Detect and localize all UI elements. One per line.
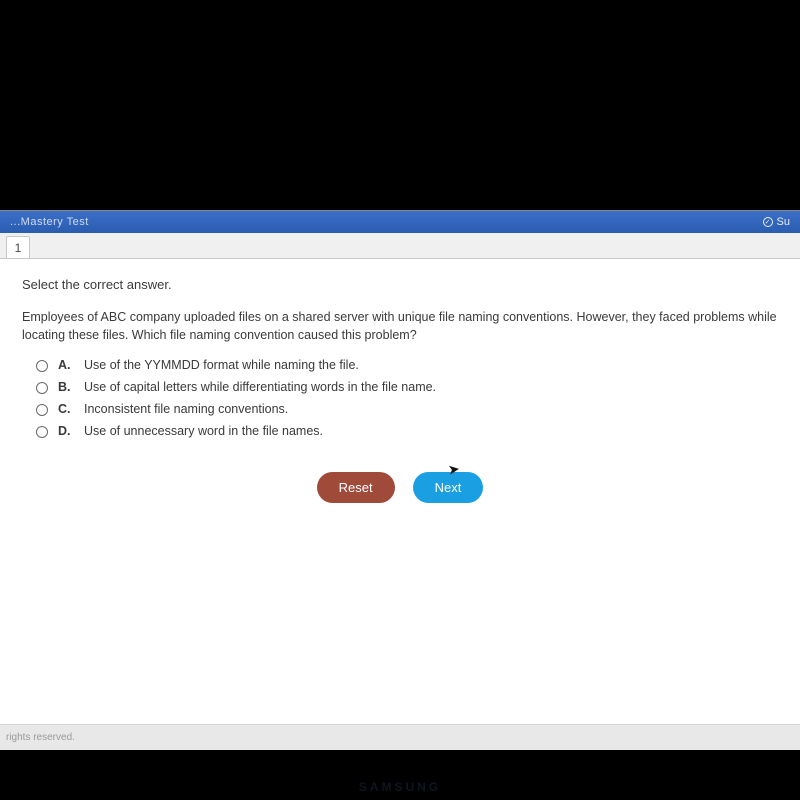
- title-bar: ...Mastery Test ✓ Su: [0, 211, 800, 233]
- radio-icon[interactable]: [36, 426, 48, 438]
- bezel-top: [0, 0, 800, 210]
- button-row: Reset Next: [22, 472, 778, 503]
- question-tab-bar: 1: [0, 233, 800, 259]
- option-d[interactable]: D. Use of unnecessary word in the file n…: [36, 424, 778, 438]
- option-b[interactable]: B. Use of capital letters while differen…: [36, 380, 778, 394]
- page-title: ...Mastery Test: [10, 216, 89, 228]
- device-brand: SAMSUNG: [359, 780, 441, 794]
- option-text: Use of the YYMMDD format while naming th…: [84, 358, 359, 372]
- option-text: Use of unnecessary word in the file name…: [84, 424, 323, 438]
- next-button[interactable]: Next: [413, 472, 484, 503]
- reset-button[interactable]: Reset: [317, 472, 395, 503]
- option-text: Use of capital letters while differentia…: [84, 380, 436, 394]
- options-group: A. Use of the YYMMDD format while naming…: [22, 358, 778, 438]
- question-prompt: Employees of ABC company uploaded files …: [22, 308, 778, 344]
- option-letter: D.: [58, 424, 74, 438]
- submit-area[interactable]: ✓ Su: [763, 216, 790, 228]
- check-icon: ✓: [763, 217, 773, 227]
- option-letter: C.: [58, 402, 74, 416]
- option-a[interactable]: A. Use of the YYMMDD format while naming…: [36, 358, 778, 372]
- option-c[interactable]: C. Inconsistent file naming conventions.: [36, 402, 778, 416]
- option-letter: B.: [58, 380, 74, 394]
- radio-icon[interactable]: [36, 404, 48, 416]
- radio-icon[interactable]: [36, 360, 48, 372]
- screen-area: ...Mastery Test ✓ Su 1 Select the correc…: [0, 210, 800, 750]
- footer-text: rights reserved.: [6, 732, 75, 743]
- question-panel: Select the correct answer. Employees of …: [0, 259, 800, 724]
- cursor-icon: ➤: [447, 460, 461, 478]
- question-tab-1[interactable]: 1: [6, 236, 30, 258]
- option-letter: A.: [58, 358, 74, 372]
- radio-icon[interactable]: [36, 382, 48, 394]
- footer-bar: rights reserved.: [0, 724, 800, 750]
- option-text: Inconsistent file naming conventions.: [84, 402, 288, 416]
- submit-label: Su: [777, 216, 790, 228]
- instruction-text: Select the correct answer.: [22, 277, 778, 292]
- bezel-bottom: SAMSUNG: [0, 750, 800, 800]
